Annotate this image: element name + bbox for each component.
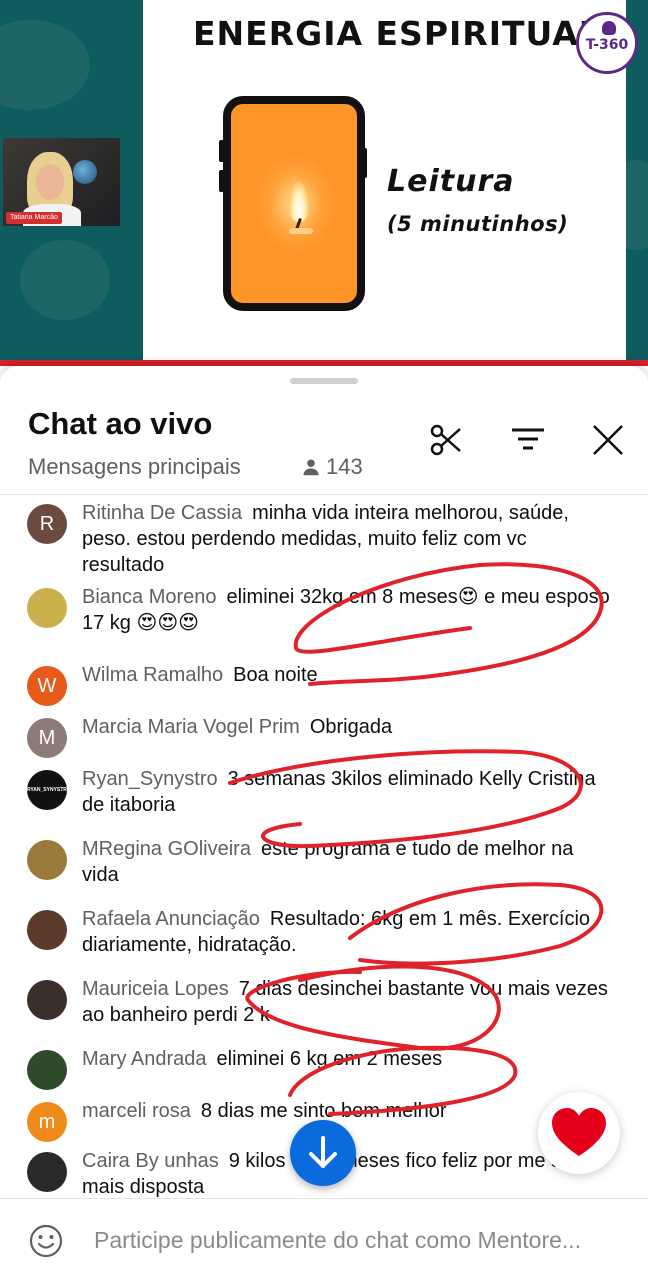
message-body: Ritinha De Cassia minha vida inteira melh… (82, 500, 612, 578)
avatar[interactable]: m (27, 1102, 67, 1142)
avatar[interactable]: RYAN_SYNYSTRO (27, 770, 67, 810)
message-author[interactable]: Ritinha De Cassia (82, 502, 242, 524)
avatar[interactable]: W (27, 666, 67, 706)
slide-title: ENERGIA ESPIRITUAL (193, 14, 601, 53)
message-text: Boa noite (233, 664, 318, 686)
avatar[interactable] (27, 1050, 67, 1090)
avatar[interactable] (27, 840, 67, 880)
message-text: eliminei 6 kg em 2 meses (216, 1048, 443, 1070)
message-author[interactable]: Ryan_Synystro (82, 768, 218, 790)
message-body: Ryan_Synystro 3 semanas 3kilos eliminado … (82, 766, 612, 818)
chat-input[interactable]: Participe publicamente do chat como Ment… (94, 1227, 644, 1254)
chat-composer: Participe publicamente do chat como Ment… (0, 1198, 648, 1280)
message-body: Mary Andrada eliminei 6 kg em 2 meses (82, 1046, 612, 1072)
avatar[interactable]: M (27, 718, 67, 758)
phone-illustration (223, 96, 365, 311)
presentation-slide: ENERGIA ESPIRITUAL T-360 Leitura (5 minu… (143, 0, 638, 362)
arrow-down-icon (309, 1136, 337, 1168)
message-author[interactable]: marceli rosa (82, 1100, 191, 1122)
header-divider (0, 494, 648, 495)
filter-icon[interactable] (510, 422, 546, 458)
heart-icon (552, 1108, 606, 1156)
message-author[interactable]: MRegina GOliveira (82, 838, 251, 860)
message-author[interactable]: Mary Andrada (82, 1048, 207, 1070)
scroll-down-button[interactable] (290, 1120, 356, 1186)
avatar[interactable]: R (27, 504, 67, 544)
slide-heading: Leitura (387, 164, 515, 199)
avatar[interactable] (27, 910, 67, 950)
chat-mode-selector[interactable]: Mensagens principais (28, 454, 241, 480)
message-body: MRegina GOliveira este programa e tudo de… (82, 836, 612, 888)
slide-subheading: (5 minutinhos) (387, 212, 569, 236)
message-body: Rafaela Anunciação Resultado: 6kg em 1 mê… (82, 906, 612, 958)
viewer-count-value: 143 (326, 454, 363, 479)
message-body: Bianca Moreno eliminei 32kg em 8 meses😍 e… (82, 584, 612, 636)
drag-handle[interactable] (290, 378, 358, 384)
message-body: Mauriceia Lopes 7 dias desinchei bastante… (82, 976, 612, 1028)
reaction-heart-button[interactable] (538, 1092, 620, 1174)
viewer-count: 143 (302, 454, 363, 480)
avatar[interactable] (27, 980, 67, 1020)
chat-title: Chat ao vivo (28, 406, 213, 441)
message-author[interactable]: Rafaela Anunciação (82, 908, 260, 930)
close-icon[interactable] (590, 422, 626, 458)
message-author[interactable]: Marcia Maria Vogel Prim (82, 716, 300, 738)
presenter-name: Tatiana Marcão (6, 212, 62, 224)
message-text: 8 dias me sinto bem melhor (200, 1100, 447, 1122)
avatar[interactable] (27, 1152, 67, 1192)
scissors-icon[interactable] (428, 422, 464, 458)
message-author[interactable]: Caira By unhas (82, 1150, 219, 1172)
message-author[interactable]: Bianca Moreno (82, 586, 217, 608)
logo-text: T-360 (585, 37, 629, 53)
presenter-thumbnail: Tatiana Marcão (3, 138, 120, 226)
person-icon (303, 459, 319, 476)
message-author[interactable]: Wilma Ramalho (82, 664, 223, 686)
message-text: Obrigada (309, 716, 393, 738)
message-body: Marcia Maria Vogel Prim Obrigada (82, 714, 612, 740)
message-body: Wilma Ramalho Boa noite (82, 662, 612, 688)
live-video[interactable]: ENERGIA ESPIRITUAL T-360 Leitura (5 minu… (0, 0, 648, 366)
t360-logo: T-360 (576, 12, 638, 74)
message-author[interactable]: Mauriceia Lopes (82, 978, 229, 1000)
avatar[interactable] (27, 588, 67, 628)
emoji-icon[interactable] (28, 1223, 64, 1259)
